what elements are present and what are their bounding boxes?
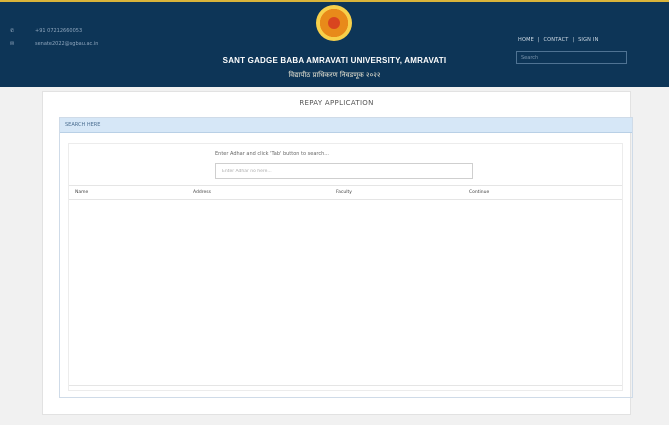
nav-contact-link[interactable]: CONTACT <box>543 37 568 43</box>
top-navigation: HOME | CONTACT | SIGN IN <box>517 37 600 43</box>
phone-number: +91 07212660053 <box>35 27 83 34</box>
section-header: SEARCH HERE <box>60 118 632 133</box>
university-logo <box>316 5 352 41</box>
column-header-name: Name <box>75 190 89 195</box>
university-subtitle: विद्यापीठ प्राधिकरण निवडणूक २०२२ <box>288 71 381 79</box>
nav-home-link[interactable]: HOME <box>518 37 534 43</box>
phone-row: ✆ +91 07212660053 <box>10 24 98 37</box>
search-section: SEARCH HERE Enter Adhar and click 'Tab' … <box>59 117 633 398</box>
email-icon: ✉ <box>10 40 15 47</box>
contact-info: ✆ +91 07212660053 ✉ senate2022@sgbau.ac.… <box>10 24 98 50</box>
page-title: REPAY APPLICATION <box>299 99 374 107</box>
column-header-address: Address <box>193 190 211 195</box>
main-card: REPAY APPLICATION SEARCH HERE Enter Adha… <box>42 91 633 415</box>
column-header-continue: Continue <box>469 190 490 195</box>
email-row: ✉ senate2022@sgbau.ac.in <box>10 37 98 50</box>
results-table-header: Name Address Faculty Continue <box>69 185 622 200</box>
column-header-faculty: Faculty <box>336 190 352 195</box>
results-table-body <box>69 201 622 386</box>
nav-signin-link[interactable]: SIGN IN <box>578 37 598 43</box>
header-search-input[interactable] <box>516 51 627 64</box>
site-header: ✆ +91 07212660053 ✉ senate2022@sgbau.ac.… <box>0 0 669 87</box>
email-address: senate2022@sgbau.ac.in <box>35 40 99 47</box>
adhar-input[interactable] <box>215 163 473 179</box>
nav-separator: | <box>572 37 575 43</box>
search-instruction: Enter Adhar and click 'Tab' button to se… <box>215 151 330 157</box>
search-panel: Enter Adhar and click 'Tab' button to se… <box>68 143 623 391</box>
nav-separator: | <box>537 37 540 43</box>
phone-icon: ✆ <box>10 27 15 34</box>
